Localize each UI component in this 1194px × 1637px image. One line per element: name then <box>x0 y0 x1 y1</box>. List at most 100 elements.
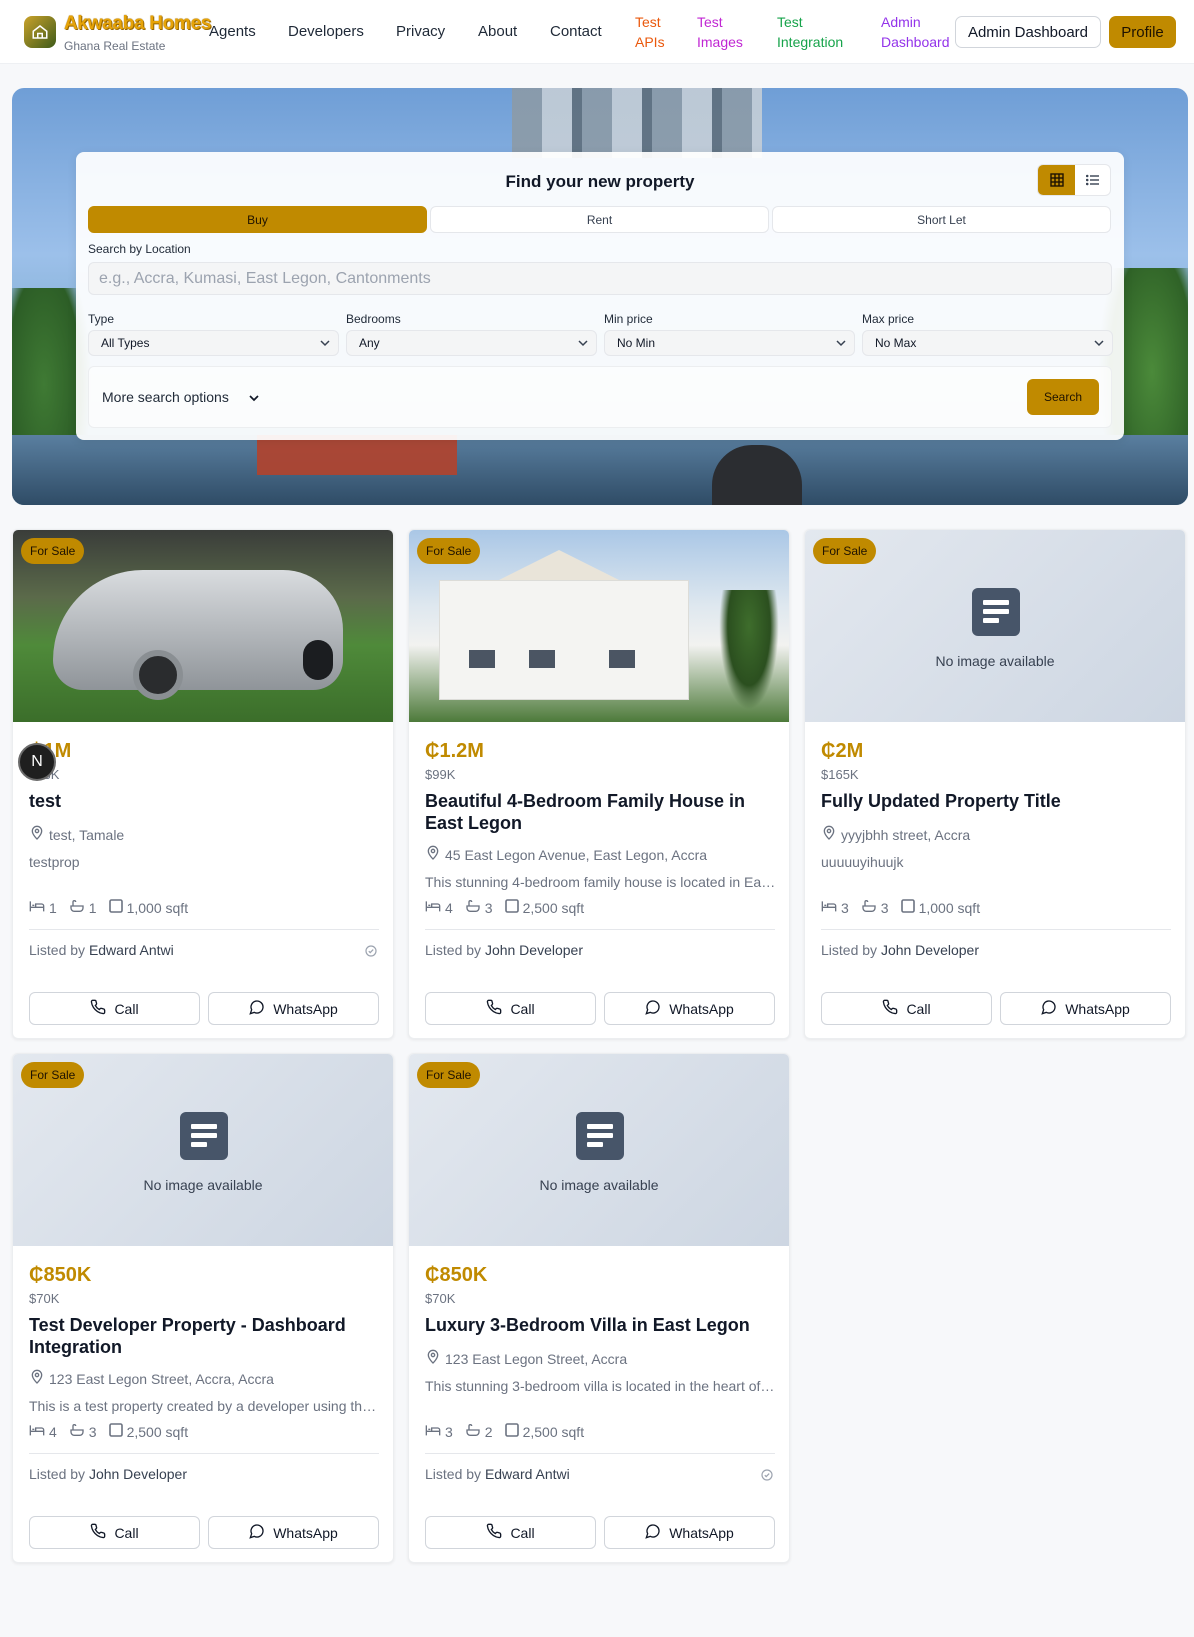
property-card[interactable]: No image available For Sale ₵850K $70K T… <box>12 1053 394 1563</box>
call-label: Call <box>114 1524 139 1541</box>
max-price-select[interactable]: No Max <box>862 330 1113 356</box>
min-price-select[interactable]: No Min <box>604 330 855 356</box>
phone-icon <box>90 999 106 1018</box>
phone-icon <box>90 1523 106 1542</box>
tab-short-let[interactable]: Short Let <box>772 206 1111 233</box>
profile-button[interactable]: Profile <box>1109 16 1176 48</box>
listing-title[interactable]: test <box>29 790 381 812</box>
bedrooms-select[interactable]: Any <box>346 330 597 356</box>
bed-icon <box>425 899 441 916</box>
call-button[interactable]: Call <box>29 992 200 1025</box>
nav-test-images-line2: Images <box>697 34 743 50</box>
property-card[interactable]: For Sale ₵1.2M $99K Beautiful 4-Bedroom … <box>408 529 790 1039</box>
top-navbar: Akwaaba Homes Ghana Real Estate Agents D… <box>0 0 1194 64</box>
beds-spec: 4 <box>29 1423 57 1440</box>
listing-title[interactable]: Test Developer Property - Dashboard Inte… <box>29 1314 381 1358</box>
whatsapp-button[interactable]: WhatsApp <box>604 1516 775 1549</box>
property-card[interactable]: No image available For Sale ₵850K $70K L… <box>408 1053 790 1563</box>
price-usd: $99K <box>425 767 456 782</box>
nav-agents[interactable]: Agents <box>209 22 256 42</box>
listed-by-prefix: Listed by <box>29 942 86 958</box>
property-card[interactable]: No image available For Sale ₵2M $165K Fu… <box>804 529 1186 1039</box>
agent-name[interactable]: John Developer <box>881 942 979 958</box>
whatsapp-button[interactable]: WhatsApp <box>604 992 775 1025</box>
home-logo-icon[interactable] <box>24 16 56 48</box>
agent-name[interactable]: John Developer <box>89 1466 187 1482</box>
view-toggle <box>1037 164 1111 196</box>
call-button[interactable]: Call <box>425 1516 596 1549</box>
nav-contact[interactable]: Contact <box>550 22 602 42</box>
location-search-input[interactable]: e.g., Accra, Kumasi, East Legon, Cantonm… <box>88 262 1112 295</box>
baths-count: 3 <box>880 899 889 916</box>
document-icon <box>972 588 1020 636</box>
car-body <box>53 570 343 690</box>
area-icon <box>504 1423 519 1440</box>
listing-title[interactable]: Fully Updated Property Title <box>821 790 1173 812</box>
call-label: Call <box>906 1000 931 1017</box>
tab-rent[interactable]: Rent <box>430 206 769 233</box>
more-search-options: More search options Search <box>88 366 1112 428</box>
agent-name[interactable]: Edward Antwi <box>485 1466 570 1482</box>
tab-buy[interactable]: Buy <box>88 206 427 233</box>
nav-about[interactable]: About <box>478 22 517 42</box>
listed-by: Listed by Edward Antwi <box>29 942 174 958</box>
admin-dashboard-button[interactable]: Admin Dashboard <box>955 16 1101 48</box>
agent-name[interactable]: Edward Antwi <box>89 942 174 958</box>
whatsapp-button[interactable]: WhatsApp <box>208 992 379 1025</box>
avatar[interactable]: N <box>18 743 56 781</box>
listed-by: Listed by John Developer <box>29 1466 187 1482</box>
nav-test-apis[interactable]: Test APIs <box>635 12 665 52</box>
call-button[interactable]: Call <box>425 992 596 1025</box>
address-text: 123 East Legon Street, Accra, Accra <box>49 1370 274 1387</box>
brand-subtitle: Ghana Real Estate <box>64 39 166 53</box>
price-usd: $165K <box>821 767 859 782</box>
listed-by-prefix: Listed by <box>425 1466 482 1482</box>
chevron-down-icon <box>320 340 330 347</box>
call-button[interactable]: Call <box>821 992 992 1025</box>
property-card[interactable]: For Sale ₵1M $83K test test, Tamale test… <box>12 529 394 1039</box>
no-image-text: No image available <box>539 1177 659 1193</box>
nav-test-images[interactable]: Test Images <box>697 12 743 52</box>
whatsapp-label: WhatsApp <box>669 1524 734 1541</box>
area-spec: 2,500 sqft <box>504 899 584 916</box>
hero-red-structure <box>257 435 457 475</box>
listing-specs: 4 3 2,500 sqft <box>425 899 596 916</box>
bath-icon <box>465 1423 481 1440</box>
baths-count: 2 <box>484 1423 493 1440</box>
agent-name[interactable]: John Developer <box>485 942 583 958</box>
bath-icon <box>69 899 85 916</box>
nav-admin-dashboard[interactable]: Admin Dashboard <box>881 12 950 52</box>
listed-by: Listed by John Developer <box>425 942 583 958</box>
card-divider <box>425 1453 775 1454</box>
listing-title[interactable]: Beautiful 4-Bedroom Family House in East… <box>425 790 777 834</box>
price-ghs: ₵2M <box>821 740 864 762</box>
nav-developers[interactable]: Developers <box>288 22 364 42</box>
max-price-label: Max price <box>862 312 915 326</box>
search-button[interactable]: Search <box>1027 379 1099 415</box>
listing-title[interactable]: Luxury 3-Bedroom Villa in East Legon <box>425 1314 777 1336</box>
more-search-options-toggle[interactable]: More search options <box>102 389 229 405</box>
search-title: Find your new property <box>505 172 695 191</box>
beds-count: 4 <box>445 899 453 916</box>
for-sale-badge: For Sale <box>21 538 85 564</box>
for-sale-badge: For Sale <box>813 538 877 564</box>
list-view-icon[interactable] <box>1075 165 1111 195</box>
location-pin-icon <box>425 845 441 864</box>
nav-privacy[interactable]: Privacy <box>396 22 445 42</box>
chevron-down-icon[interactable] <box>247 391 261 405</box>
location-pin-icon <box>29 825 45 844</box>
type-label: Type <box>88 312 115 326</box>
area-icon <box>504 899 519 916</box>
nav-test-apis-line2: APIs <box>635 34 665 50</box>
beds-spec: 3 <box>821 899 849 916</box>
brand-name[interactable]: Akwaaba Homes <box>64 13 211 35</box>
call-button[interactable]: Call <box>29 1516 200 1549</box>
whatsapp-button[interactable]: WhatsApp <box>208 1516 379 1549</box>
type-select[interactable]: All Types <box>88 330 339 356</box>
nav-test-integration[interactable]: Test Integration <box>777 12 843 52</box>
baths-count: 3 <box>88 1423 97 1440</box>
listed-by-prefix: Listed by <box>821 942 878 958</box>
whatsapp-button[interactable]: WhatsApp <box>1000 992 1171 1025</box>
grid-view-icon[interactable] <box>1038 165 1075 195</box>
price-ghs: ₵1.2M <box>425 740 484 762</box>
